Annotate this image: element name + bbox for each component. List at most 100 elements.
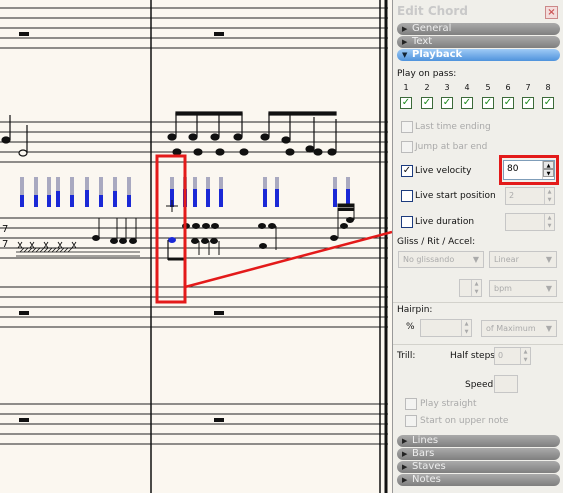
- pass-number: 6: [505, 83, 511, 92]
- chevron-down-icon: ▼: [545, 324, 553, 333]
- edit-chord-panel: Edit Chord × ▶ General ▶ Text ▼ Playback Pl…: [392, 0, 563, 493]
- jump-at-bar-end-label: Jump at bar end: [415, 142, 488, 152]
- spin-down-icon[interactable]: ▼: [545, 222, 554, 230]
- whole-rest: [19, 311, 29, 315]
- percent-label: %: [406, 322, 415, 332]
- spin-down-icon[interactable]: ▼: [472, 288, 481, 296]
- lower-staff: [0, 286, 388, 328]
- pass-5-checkbox[interactable]: ✓: [482, 97, 494, 109]
- half-steps-spinner[interactable]: 0 ▲ ▼: [494, 347, 531, 365]
- play-straight-checkbox[interactable]: [405, 398, 417, 410]
- panel-titlebar[interactable]: Edit Chord ×: [393, 3, 563, 20]
- treble-staff: [0, 121, 388, 163]
- section-label: Lines: [412, 435, 439, 446]
- pass-8-checkbox[interactable]: ✓: [542, 97, 554, 109]
- chevron-down-icon: ▼: [545, 284, 553, 293]
- jump-at-bar-end-checkbox[interactable]: [401, 141, 413, 153]
- spin-up-icon[interactable]: ▲: [545, 188, 554, 196]
- section-bars[interactable]: ▶ Bars: [397, 448, 560, 460]
- close-icon[interactable]: ×: [545, 6, 558, 19]
- velocity-bars-right: [170, 177, 350, 207]
- triangle-down-icon: ▼: [402, 51, 408, 59]
- section-label: Bars: [412, 448, 435, 459]
- tempo-unit-dropdown[interactable]: bpm ▼: [489, 280, 557, 297]
- pass-7-checkbox[interactable]: ✓: [522, 97, 534, 109]
- live-velocity-checkbox[interactable]: ✓: [401, 165, 413, 177]
- curve-dropdown[interactable]: Linear ▼: [489, 251, 557, 268]
- spin-up-icon[interactable]: ▲: [472, 280, 481, 288]
- pass-4-checkbox[interactable]: ✓: [461, 97, 473, 109]
- hairpin-mode-dropdown[interactable]: of Maximum ▼: [481, 320, 557, 337]
- live-start-position-label: Live start position: [415, 191, 496, 201]
- velocity-bars-left: [20, 177, 131, 207]
- gliss-dropdown-value: No glissando: [403, 255, 455, 264]
- hairpin-percent-spinner[interactable]: ▲ ▼: [420, 319, 472, 337]
- section-staves[interactable]: ▶ Staves: [397, 461, 560, 473]
- live-velocity-label: Live velocity: [415, 166, 472, 176]
- curve-dropdown-value: Linear: [494, 255, 519, 264]
- section-playback[interactable]: ▼ Playback: [397, 49, 560, 61]
- spin-up-icon[interactable]: ▲: [521, 348, 530, 356]
- section-label: Notes: [412, 474, 441, 485]
- pass-number: 8: [545, 83, 551, 92]
- section-notes[interactable]: ▶ Notes: [397, 474, 560, 486]
- score-view[interactable]: 7 7: [0, 0, 392, 493]
- trill-label: Trill:: [397, 351, 416, 361]
- section-label: General: [412, 23, 452, 34]
- section-lines[interactable]: ▶ Lines: [397, 435, 560, 447]
- spin-up-icon[interactable]: ▲: [545, 214, 554, 222]
- spin-up-icon[interactable]: ▲: [462, 320, 471, 328]
- whole-rest: [19, 418, 29, 422]
- pass-number: 2: [424, 83, 430, 92]
- live-duration-label: Live duration: [415, 217, 475, 227]
- spin-down-icon[interactable]: ▼: [462, 328, 471, 336]
- tempo-spinner[interactable]: ▲ ▼: [459, 279, 482, 297]
- trill-speed-spinner[interactable]: [494, 375, 518, 393]
- live-start-position-spinner[interactable]: 2 ▲ ▼: [505, 187, 555, 205]
- section-text[interactable]: ▶ Text: [397, 36, 560, 48]
- treble-notes: [1, 111, 337, 157]
- section-label: Staves: [412, 461, 446, 472]
- last-time-ending-checkbox[interactable]: [401, 121, 413, 133]
- live-start-position-value: 2: [509, 191, 515, 200]
- triangle-right-icon: ▶: [402, 38, 408, 46]
- play-on-pass-label: Play on pass:: [397, 69, 457, 79]
- chevron-down-icon: ▼: [545, 255, 553, 264]
- start-on-upper-label: Start on upper note: [420, 416, 509, 426]
- svg-text:7: 7: [2, 224, 8, 235]
- pass-1-checkbox[interactable]: ✓: [400, 97, 412, 109]
- live-duration-spinner[interactable]: ▲ ▼: [505, 213, 555, 231]
- pass-6-checkbox[interactable]: ✓: [502, 97, 514, 109]
- pass-number: 3: [444, 83, 450, 92]
- speed-label: Speed: [465, 380, 494, 390]
- spin-down-icon[interactable]: ▼: [521, 356, 530, 364]
- score-canvas[interactable]: 7 7: [0, 0, 392, 493]
- pass-number: 5: [485, 83, 491, 92]
- whole-rest: [214, 418, 224, 422]
- tempo-unit-value: bpm: [494, 284, 512, 293]
- top-staff: [0, 7, 388, 49]
- selected-chord[interactable]: [166, 200, 186, 261]
- pass-3-checkbox[interactable]: ✓: [441, 97, 453, 109]
- hairpin-mode-value: of Maximum: [486, 324, 536, 333]
- divider: [393, 302, 563, 303]
- pass-number: 4: [464, 83, 470, 92]
- gliss-dropdown[interactable]: No glissando ▼: [398, 251, 484, 268]
- whole-rest: [19, 32, 29, 36]
- gliss-label: Gliss / Rit / Accel:: [397, 237, 476, 247]
- last-time-ending-label: Last time ending: [415, 122, 491, 132]
- section-general[interactable]: ▶ General: [397, 23, 560, 35]
- section-label: Text: [412, 36, 433, 47]
- whole-rest: [214, 32, 224, 36]
- start-on-upper-checkbox[interactable]: [405, 415, 417, 427]
- live-duration-checkbox[interactable]: [401, 216, 413, 228]
- triangle-right-icon: ▶: [402, 463, 408, 471]
- spin-down-icon[interactable]: ▼: [545, 196, 554, 204]
- live-start-position-checkbox[interactable]: [401, 190, 413, 202]
- pass-number: 7: [525, 83, 531, 92]
- triangle-right-icon: ▶: [402, 476, 408, 484]
- hairpin-label: Hairpin:: [397, 305, 433, 315]
- play-straight-label: Play straight: [420, 399, 477, 409]
- live-velocity-highlight-box: [499, 155, 559, 185]
- pass-2-checkbox[interactable]: ✓: [421, 97, 433, 109]
